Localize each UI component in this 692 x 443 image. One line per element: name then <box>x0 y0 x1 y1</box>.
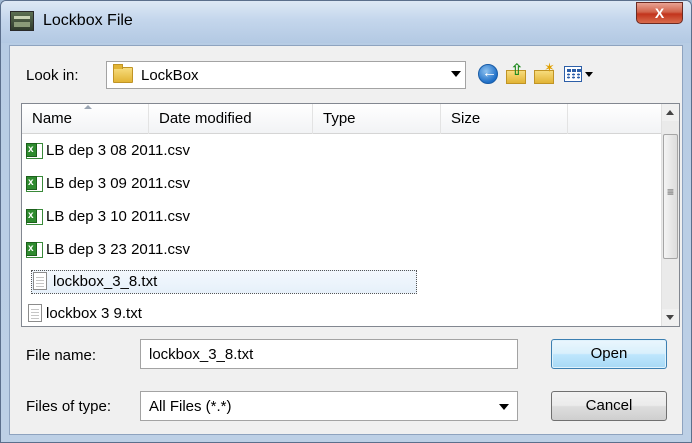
files-of-type-value: All Files (*.*) <box>149 398 232 415</box>
cancel-button[interactable]: Cancel <box>551 391 667 421</box>
open-button[interactable]: Open <box>551 339 667 369</box>
title-bar[interactable]: Lockbox File X <box>1 1 691 43</box>
file-name: LB dep 3 23 2011.csv <box>46 241 190 258</box>
up-arrow-icon: ⇧ <box>510 62 524 79</box>
column-header-name[interactable]: Name <box>22 104 149 134</box>
column-header-type-label: Type <box>323 110 356 127</box>
look-in-dropdown[interactable]: LockBox <box>106 61 466 89</box>
column-header-date-label: Date modified <box>159 110 252 127</box>
column-header-size-label: Size <box>451 110 481 127</box>
chevron-down-icon <box>585 72 593 77</box>
column-header-name-label: Name <box>32 110 73 127</box>
column-header-blank <box>568 104 662 134</box>
column-header-date-modified[interactable]: Date modified <box>149 104 313 134</box>
vertical-scrollbar[interactable] <box>661 104 679 326</box>
up-one-level-button[interactable]: ⇧ <box>504 62 528 86</box>
column-header-type[interactable]: Type <box>313 104 441 134</box>
list-item[interactable]: LB dep 3 08 2011.csv <box>26 135 416 166</box>
file-name: LB dep 3 08 2011.csv <box>46 142 190 159</box>
file-name: LB dep 3 10 2011.csv <box>46 208 190 225</box>
chevron-down-icon[interactable] <box>451 71 461 77</box>
back-button[interactable] <box>476 62 500 86</box>
csv-file-icon <box>26 168 43 198</box>
chevron-down-icon[interactable] <box>499 404 509 410</box>
file-name-label: File name: <box>26 347 97 364</box>
look-in-label: Look in: <box>26 67 79 84</box>
csv-file-icon <box>26 135 43 165</box>
file-name: lockbox 3 9.txt <box>46 305 142 322</box>
sparkle-icon: ✶ <box>544 60 555 75</box>
files-of-type-label: Files of type: <box>26 398 112 415</box>
file-name: lockbox_3_8.txt <box>53 273 158 290</box>
column-header-size[interactable]: Size <box>441 104 568 134</box>
back-icon <box>478 64 498 84</box>
views-menu-icon <box>564 66 582 82</box>
text-file-icon <box>33 272 47 290</box>
app-icon <box>10 11 34 31</box>
scroll-up-arrow-icon[interactable] <box>662 104 679 121</box>
file-list[interactable]: Name Date modified Type Size LB dep 3 08… <box>21 103 680 327</box>
views-menu-button[interactable] <box>562 62 596 86</box>
file-name: LB dep 3 09 2011.csv <box>46 175 190 192</box>
close-button[interactable]: X <box>636 2 683 24</box>
dialog-window: Lockbox File X Look in: LockBox ⇧ ✶ <box>0 0 692 443</box>
file-name-input[interactable] <box>140 339 518 369</box>
text-file-icon <box>28 304 42 322</box>
folder-icon <box>113 64 133 83</box>
scrollbar-thumb[interactable] <box>663 134 678 259</box>
dialog-client-area: Look in: LockBox ⇧ ✶ Name <box>9 45 683 435</box>
list-item[interactable]: LB dep 3 09 2011.csv <box>26 168 416 199</box>
column-header-row: Name Date modified Type Size <box>22 104 662 134</box>
sort-ascending-icon <box>84 105 92 109</box>
list-item-selected[interactable]: lockbox_3_8.txt <box>31 267 417 297</box>
csv-file-icon <box>26 201 43 231</box>
new-folder-button[interactable]: ✶ <box>532 60 556 86</box>
window-title: Lockbox File <box>43 12 133 29</box>
files-of-type-dropdown[interactable]: All Files (*.*) <box>140 391 518 421</box>
list-item[interactable]: lockbox 3 9.txt <box>26 299 416 326</box>
list-item[interactable]: LB dep 3 23 2011.csv <box>26 234 416 265</box>
scroll-down-arrow-icon[interactable] <box>662 309 679 326</box>
csv-file-icon <box>26 234 43 264</box>
list-item[interactable]: LB dep 3 10 2011.csv <box>26 201 416 232</box>
look-in-value: LockBox <box>141 67 199 84</box>
